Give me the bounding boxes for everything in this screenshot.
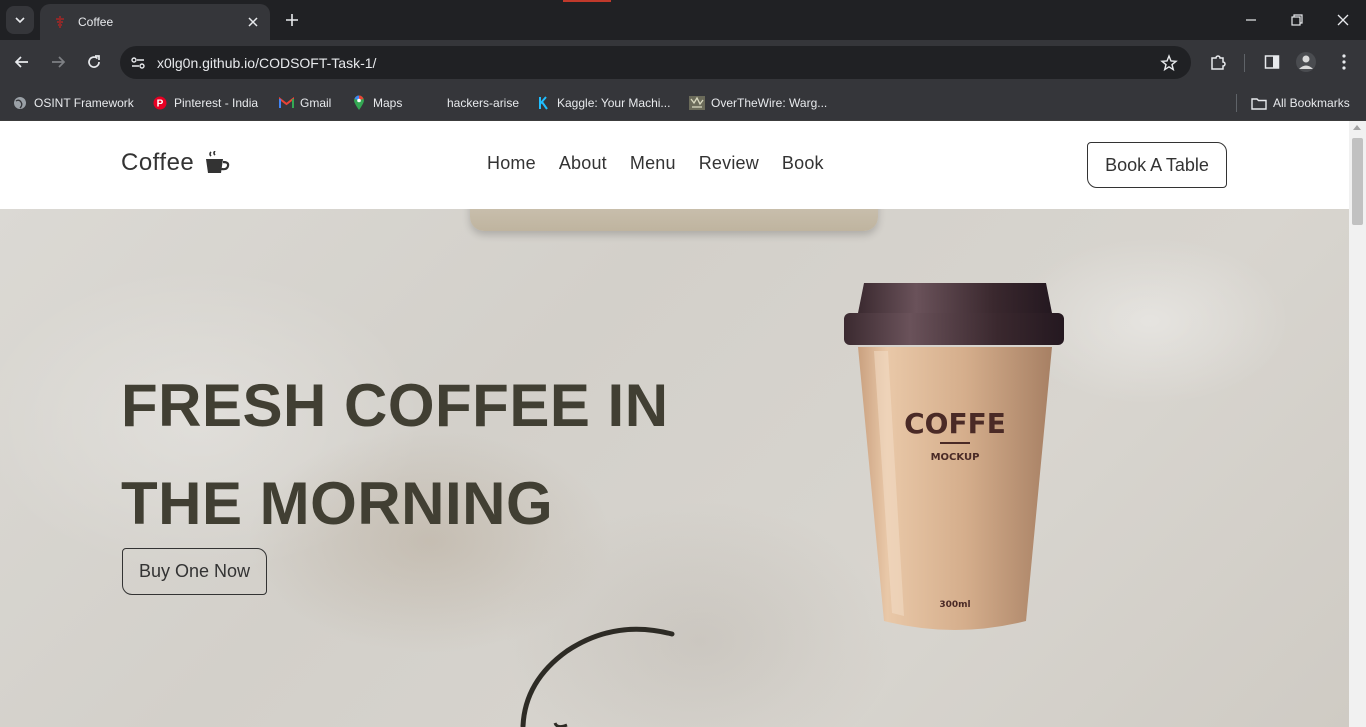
bookmarks-bar: OSINT Framework P Pinterest - India Gmai…: [0, 85, 1366, 121]
close-window-button[interactable]: [1320, 0, 1366, 40]
scroll-up-arrow-icon[interactable]: [1353, 125, 1361, 130]
hero-headline-line1: FRESH COFFEE IN: [121, 372, 669, 439]
reload-icon: [88, 55, 100, 68]
cup-size-text: 300ml: [939, 600, 970, 610]
overthewire-icon: [689, 95, 705, 111]
tab-strip: Coffee: [0, 0, 1366, 40]
coffee-cup-icon: [204, 150, 230, 176]
profile-avatar[interactable]: [1292, 48, 1320, 76]
arrow-right-icon: [52, 56, 66, 68]
kaggle-icon: [535, 95, 551, 111]
gmail-icon: [278, 95, 294, 111]
svg-text:P: P: [157, 99, 164, 110]
maps-icon: [351, 95, 367, 111]
reload-button[interactable]: [80, 48, 108, 76]
bookmark-pinterest[interactable]: P Pinterest - India: [152, 92, 258, 114]
arrow-left-icon: [14, 56, 28, 68]
minimize-button[interactable]: [1228, 0, 1274, 40]
nav-home[interactable]: Home: [487, 153, 536, 174]
decorative-swirl: [520, 626, 675, 727]
bookmarks-separator: [1236, 94, 1237, 112]
close-icon: [1337, 14, 1349, 26]
side-panel-button[interactable]: [1258, 48, 1286, 76]
url-text: x0lg0n.github.io/CODSOFT-Task-1/: [157, 54, 377, 71]
browser-toolbar: x0lg0n.github.io/CODSOFT-Task-1/: [0, 40, 1366, 85]
close-tab-icon[interactable]: [244, 13, 262, 31]
globe-icon: [12, 95, 28, 111]
menu-button[interactable]: [1330, 48, 1358, 76]
bookmark-kaggle[interactable]: Kaggle: Your Machi...: [535, 92, 670, 114]
chevron-down-icon: [15, 17, 25, 24]
cup-brand-text: COFFE: [904, 407, 1006, 440]
puzzle-icon: [1211, 55, 1226, 70]
site-info-icon[interactable]: [123, 48, 153, 78]
restore-icon: [1291, 14, 1303, 26]
nav-book[interactable]: Book: [782, 153, 824, 174]
bookmark-maps[interactable]: Maps: [351, 92, 402, 114]
avatar-icon: [1296, 52, 1316, 72]
folder-icon: [1251, 95, 1267, 111]
coffee-favicon-icon: [52, 14, 68, 30]
address-bar[interactable]: x0lg0n.github.io/CODSOFT-Task-1/: [120, 46, 1191, 79]
extensions-button[interactable]: [1204, 48, 1232, 76]
nav-about[interactable]: About: [559, 153, 607, 174]
back-button[interactable]: [8, 48, 36, 76]
bookmark-osint[interactable]: OSINT Framework: [12, 92, 134, 114]
hero-headline: FRESH COFFEE IN THE MORNING: [121, 357, 741, 553]
scrollbar-thumb[interactable]: [1352, 138, 1363, 225]
blank-icon: [425, 95, 441, 111]
plus-icon: [286, 14, 298, 26]
coffee-cup-image: COFFE MOCKUP 300ml: [844, 283, 1064, 630]
minimize-icon: [1246, 19, 1256, 21]
page-scrollbar[interactable]: [1349, 121, 1366, 727]
more-vert-icon: [1342, 54, 1346, 70]
forward-button[interactable]: [44, 48, 72, 76]
new-tab-button[interactable]: [280, 8, 304, 32]
tab-coffee[interactable]: Coffee: [40, 4, 270, 40]
restore-button[interactable]: [1274, 0, 1320, 40]
tab-accent-mark: [563, 0, 611, 2]
page-viewport: Coffee Home About Menu Review Book Book …: [0, 121, 1349, 727]
site-header: Coffee Home About Menu Review Book Book …: [0, 121, 1349, 209]
tab-search-button[interactable]: [6, 6, 34, 34]
site-logo[interactable]: Coffee: [121, 149, 230, 177]
side-panel-icon: [1264, 55, 1280, 69]
bookmark-star-icon[interactable]: [1155, 49, 1183, 77]
pinterest-icon: P: [152, 95, 168, 111]
bookmark-gmail[interactable]: Gmail: [278, 92, 331, 114]
hero-headline-line2: THE MORNING: [121, 470, 554, 537]
buy-one-now-button[interactable]: Buy One Now: [122, 548, 267, 595]
all-bookmarks-folder[interactable]: All Bookmarks: [1251, 92, 1350, 114]
bookmark-hackers-arise[interactable]: hackers-arise: [425, 92, 519, 114]
toolbar-separator: [1244, 54, 1245, 72]
nav-menu[interactable]: Menu: [630, 153, 676, 174]
browser-window: Coffee x0lg0n.github.io/CODSOFT-Task-1/ …: [0, 0, 1366, 727]
nav-review[interactable]: Review: [699, 153, 759, 174]
cup-sub-text: MOCKUP: [931, 452, 980, 463]
tab-title: Coffee: [78, 15, 114, 29]
main-nav: Home About Menu Review Book: [487, 153, 847, 174]
bookmark-overthewire[interactable]: OverTheWire: Warg...: [689, 92, 827, 114]
book-a-table-button[interactable]: Book A Table: [1087, 142, 1227, 188]
logo-text: Coffee: [121, 149, 195, 176]
